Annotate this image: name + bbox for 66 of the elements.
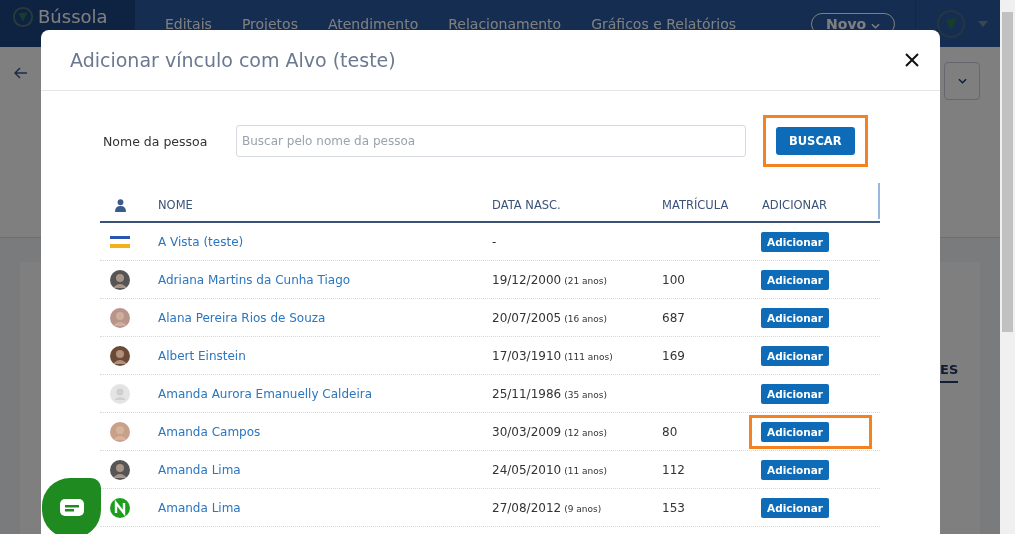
birth-date: 20/07/2005 bbox=[492, 310, 562, 325]
person-name-link[interactable]: A Vista (teste) bbox=[158, 234, 244, 249]
back-arrow-icon[interactable] bbox=[14, 67, 28, 79]
person-name-link[interactable]: Amanda Lima bbox=[158, 500, 241, 515]
column-header: MATRÍCULA bbox=[662, 198, 729, 212]
age-text: (12 anos) bbox=[564, 427, 607, 438]
column-header: DATA NASC. bbox=[492, 198, 561, 212]
nav-link[interactable]: Gráficos e Relatórios bbox=[591, 15, 736, 32]
birth-date: 25/11/1986 bbox=[492, 386, 562, 401]
logo-icon bbox=[110, 497, 130, 518]
matricula-cell: 153 bbox=[662, 500, 685, 515]
add-button[interactable]: Adicionar bbox=[761, 269, 830, 290]
person-name-link[interactable]: Adriana Martins da Cunha Tiago bbox=[158, 272, 351, 287]
birth-date: 17/03/1910 bbox=[492, 348, 562, 363]
avatar-icon bbox=[110, 421, 130, 442]
add-button[interactable]: Adicionar bbox=[761, 231, 830, 252]
age-text: (35 anos) bbox=[564, 389, 607, 400]
compass-icon bbox=[12, 5, 34, 28]
matricula-cell: 112 bbox=[662, 462, 685, 477]
avatar-icon bbox=[110, 345, 130, 366]
birth-date: 30/03/2009 bbox=[492, 424, 562, 439]
birth-date: - bbox=[492, 234, 497, 249]
matricula-cell: 169 bbox=[662, 348, 685, 363]
avatar-icon bbox=[110, 459, 130, 480]
age-text: (16 anos) bbox=[564, 313, 607, 324]
person-name-link[interactable]: Albert Einstein bbox=[158, 348, 246, 363]
add-button[interactable]: Adicionar bbox=[761, 459, 830, 480]
chevron-icon bbox=[957, 78, 967, 84]
person-name-link[interactable]: Alana Pereira Rios de Souza bbox=[158, 310, 326, 325]
nav-link[interactable]: Relacionamento bbox=[448, 15, 562, 32]
person-name-link[interactable]: Amanda Lima bbox=[158, 462, 241, 477]
avatar-icon bbox=[110, 269, 130, 290]
card-icon bbox=[110, 235, 130, 248]
nav-link[interactable]: Atendimento bbox=[327, 15, 419, 32]
search-button[interactable]: BUSCAR bbox=[776, 127, 855, 155]
modal-title: Adicionar vínculo com Alvo (teste) bbox=[70, 49, 396, 71]
add-button[interactable]: Adicionar bbox=[761, 345, 830, 366]
age-text: (11 anos) bbox=[564, 465, 607, 476]
avatar-icon bbox=[110, 383, 130, 404]
person-name-link[interactable]: Amanda Campos bbox=[158, 424, 261, 439]
avatar-icon bbox=[110, 307, 130, 328]
scrollbar[interactable] bbox=[1000, 0, 1015, 534]
chat-icon bbox=[58, 498, 85, 518]
column-header: NOME bbox=[158, 198, 193, 212]
add-button[interactable]: Adicionar bbox=[761, 307, 830, 328]
add-button[interactable]: Adicionar bbox=[761, 497, 830, 518]
matricula-cell: 80 bbox=[662, 424, 678, 439]
add-button[interactable]: Adicionar bbox=[761, 383, 830, 404]
age-text: (21 anos) bbox=[564, 275, 607, 286]
nav-link[interactable]: Editais bbox=[165, 15, 212, 32]
birth-date: 27/08/2012 bbox=[492, 500, 562, 515]
close-icon[interactable] bbox=[905, 53, 919, 67]
add-button[interactable]: Adicionar bbox=[761, 421, 830, 442]
age-text: (111 anos) bbox=[564, 351, 613, 362]
matricula-cell: 100 bbox=[662, 272, 685, 287]
matricula-cell: 687 bbox=[662, 310, 685, 325]
birth-date: 19/12/2000 bbox=[492, 272, 562, 287]
person-icon bbox=[114, 198, 126, 212]
age-text: (9 anos) bbox=[564, 503, 602, 514]
birth-date: 24/05/2010 bbox=[492, 462, 562, 477]
column-header: ADICIONAR bbox=[762, 198, 828, 212]
avatar-icon[interactable] bbox=[936, 8, 966, 39]
field-label: Nome da pessoa bbox=[103, 133, 209, 149]
search-field[interactable]: Buscar pelo nome da pessoa bbox=[236, 125, 746, 157]
person-name-link[interactable]: Amanda Aurora Emanuelly Caldeira bbox=[158, 386, 373, 401]
nav-link[interactable]: Projetos bbox=[241, 15, 298, 32]
